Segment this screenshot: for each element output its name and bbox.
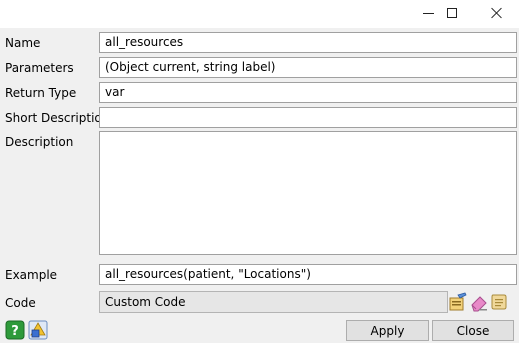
svg-text:?: ? (11, 324, 19, 339)
example-field[interactable]: all_resources(patient, "Locations") (99, 264, 517, 285)
description-textarea[interactable] (99, 131, 517, 255)
description-label: Description (5, 135, 74, 149)
return-type-label: Return Type (5, 86, 77, 100)
title-bar (0, 0, 519, 28)
parameters-field[interactable]: (Object current, string label) (99, 57, 517, 78)
name-field[interactable]: all_resources (99, 32, 517, 53)
example-label: Example (5, 268, 58, 282)
return-type-field[interactable]: var (99, 82, 517, 103)
close-button[interactable]: Close (432, 320, 514, 341)
eraser-icon[interactable] (469, 292, 489, 312)
short-description-field[interactable] (99, 107, 517, 128)
maximize-icon (447, 8, 457, 18)
apply-button[interactable]: Apply (346, 320, 429, 341)
close-icon (491, 7, 503, 19)
shapes-icon[interactable] (28, 320, 48, 340)
close-window-button[interactable] (474, 0, 519, 26)
code-field[interactable]: Custom Code (99, 291, 448, 313)
parameters-label: Parameters (5, 61, 74, 75)
short-description-label: Short Description (5, 111, 110, 125)
edit-code-icon[interactable] (448, 292, 468, 312)
maximize-button[interactable] (429, 0, 475, 26)
code-label: Code (5, 296, 36, 310)
scroll-icon[interactable] (489, 292, 509, 312)
name-label: Name (5, 36, 41, 50)
help-icon[interactable]: ? (5, 320, 25, 340)
